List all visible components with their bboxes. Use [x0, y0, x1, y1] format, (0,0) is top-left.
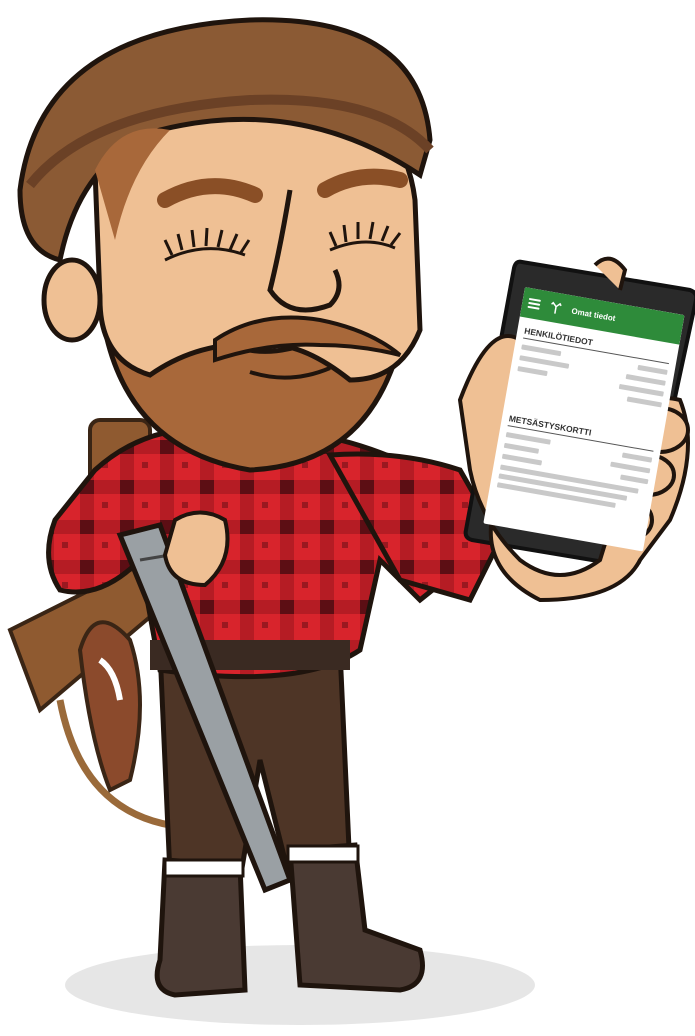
- left-hand: [162, 510, 230, 588]
- antler-logo-icon: [551, 301, 562, 314]
- app-title: Omat tiedot: [570, 306, 617, 323]
- right-boot: [287, 842, 425, 993]
- app-body: HENKILÖTIEDOT METSÄSTYSKORTTI: [488, 317, 679, 526]
- footer-bars: [496, 464, 647, 512]
- left-boot: [154, 857, 248, 998]
- bird: [77, 620, 142, 793]
- menu-icon[interactable]: [527, 297, 541, 310]
- ear: [41, 257, 103, 343]
